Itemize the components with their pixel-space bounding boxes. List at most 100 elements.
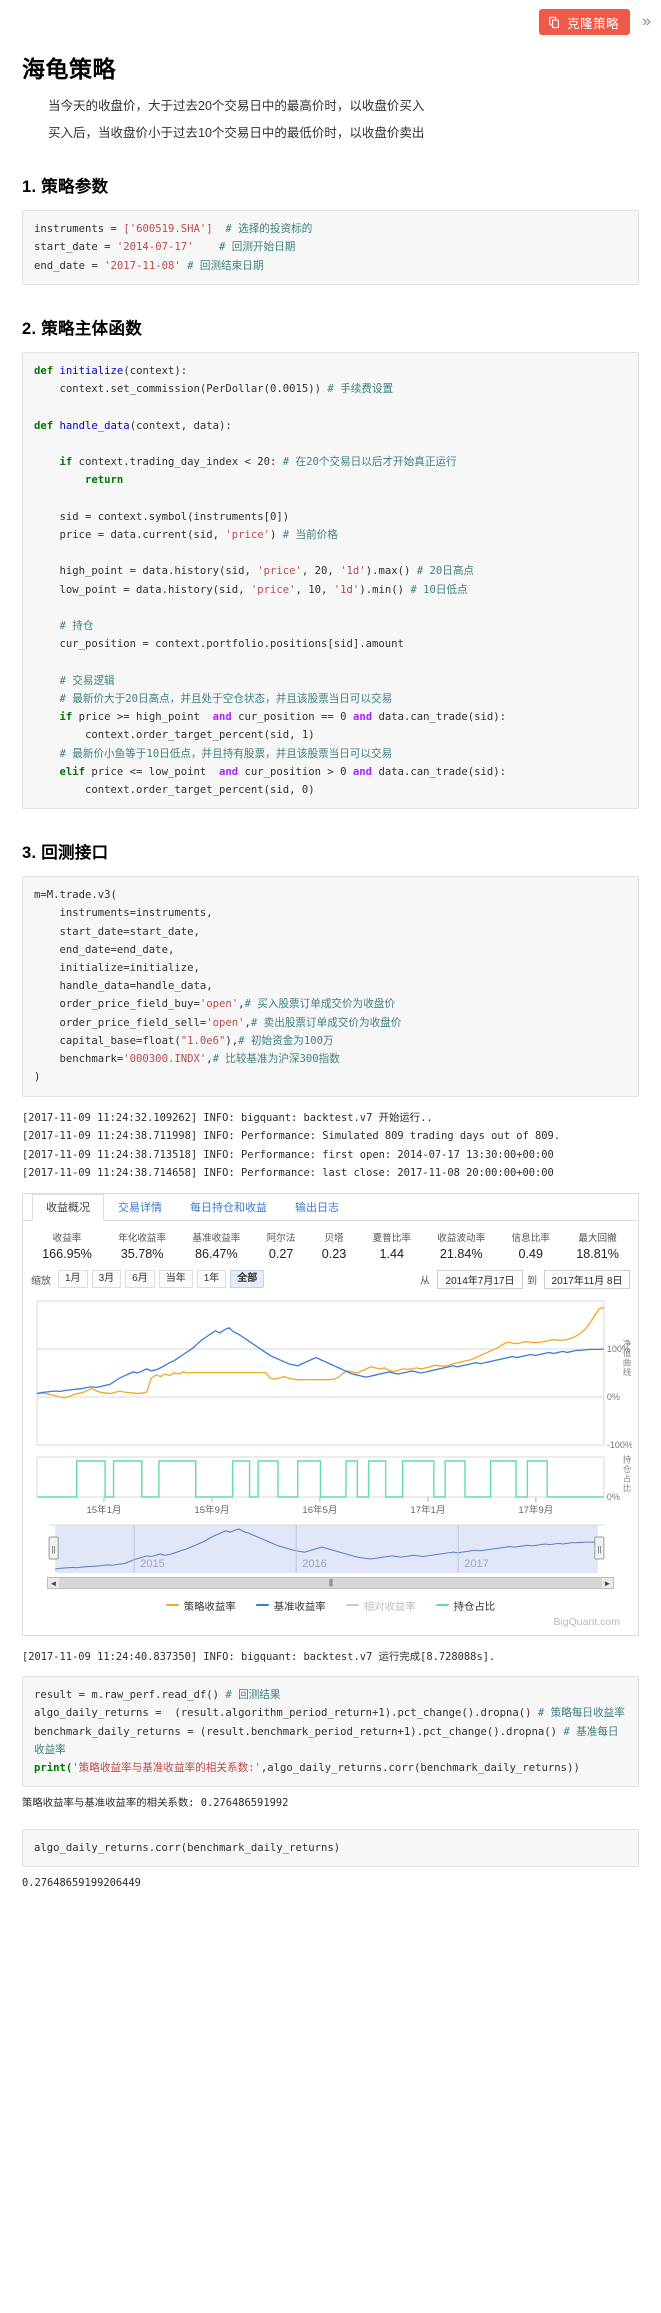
scroll-grip-icon[interactable]: ||| [329, 1578, 333, 1587]
code-comment: # 持仓 [59, 619, 94, 632]
range-navigator[interactable]: 2015 2016 2017 || || [29, 1523, 632, 1575]
metric-value: 0.27 [268, 1246, 294, 1261]
metric-annual-return: 年化收益率 35.78% [105, 1230, 179, 1261]
code-token: high_point = data.history(sid, [34, 565, 258, 578]
code-token: start_date=start_date, [34, 925, 200, 938]
code-comment: # 交易逻辑 [59, 674, 115, 687]
code-token: , 20, [301, 565, 341, 578]
svg-text:0%: 0% [607, 1492, 620, 1502]
metrics-row: 收益率 166.95% 年化收益率 35.78% 基准收益率 86.47% 阿尔… [23, 1221, 638, 1268]
code-token: cur_position == 0 [231, 711, 353, 724]
metric-information-ratio: 信息比率 0.49 [498, 1230, 563, 1261]
legend-item-position-ratio[interactable]: 持仓占比 [435, 1598, 495, 1613]
zoom-button-all[interactable]: 全部 [230, 1269, 265, 1289]
code-string: '1d' [333, 583, 360, 596]
code-token: (context): [123, 364, 188, 377]
code-keyword: if [59, 711, 73, 724]
chart-scrollbar[interactable]: ◄ ||| ► [47, 1576, 614, 1589]
zoom-button-1m[interactable]: 1月 [58, 1269, 88, 1289]
code-cell-correlation-2[interactable]: algo_daily_returns.corr(benchmark_daily_… [22, 1828, 639, 1868]
position-ratio-chart[interactable]: 0% 15年1月 15年9月 16年5月 17年1月 17年9月 持仓占比 [29, 1453, 632, 1515]
metric-benchmark-return: 基准收益率 86.47% [179, 1230, 253, 1261]
description-line-2: 买入后，当收盘价小于过去10个交易日中的最低价时，以收盘价卖出 [48, 125, 425, 140]
metric-label: 年化收益率 [118, 1232, 167, 1244]
code-token: order_price_field_sell= [34, 1016, 207, 1029]
code-comment: # 回测开始日期 [218, 241, 296, 254]
code-cell-api[interactable]: m=M.trade.v3( instruments=instruments, s… [22, 876, 639, 1097]
expand-chevron-icon[interactable]: » [642, 14, 651, 30]
scroll-left-icon[interactable]: ◄ [48, 1577, 59, 1588]
section-heading-api: 3. 回测接口 [22, 844, 109, 863]
svg-text:-100%: -100% [607, 1440, 632, 1450]
code-token: , 10, [295, 583, 334, 596]
metric-value: 18.81% [576, 1246, 619, 1261]
code-token: benchmark= [34, 1053, 124, 1066]
code-function: initialize [59, 364, 124, 377]
metric-max-drawdown: 最大回撤 18.81% [563, 1230, 632, 1261]
to-date-input[interactable]: 2017年11月 8日 [544, 1269, 630, 1289]
code-token: instruments [34, 223, 105, 236]
svg-text:16年5月: 16年5月 [302, 1504, 337, 1515]
code-cell-correlation[interactable]: result = m.raw_perf.read_df() # 回测结果 alg… [22, 1676, 639, 1788]
metric-label: 信息比率 [511, 1232, 550, 1244]
legend-swatch [165, 1603, 179, 1607]
zoom-button-3m[interactable]: 3月 [91, 1269, 122, 1289]
code-token: low_point = data.history(sid, [34, 583, 251, 596]
code-cell-params[interactable]: instruments = ['600519.SHA'] # 选择的投资标的 s… [22, 210, 639, 285]
zoom-button-6m[interactable]: 6月 [125, 1269, 155, 1289]
legend-item-benchmark-return[interactable]: 基准收益率 [255, 1598, 326, 1613]
code-token: context.trading_day_index < 20: [72, 456, 277, 468]
metric-volatility: 收益波动率 21.84% [424, 1230, 498, 1261]
code-token: context.order_target_percent(sid, 1) [34, 729, 315, 742]
code-token: data.can_trade(sid): [372, 765, 506, 778]
correlation-output: 策略收益率与基准收益率的相关系数: 0.276486591992 [22, 1797, 289, 1810]
legend-item-strategy-return[interactable]: 策略收益率 [165, 1598, 236, 1613]
metric-value: 0.49 [518, 1246, 543, 1261]
code-token: data.can_trade(sid): [372, 711, 507, 724]
code-comment: # 初始资金为100万 [238, 1034, 334, 1047]
zoom-button-1y[interactable]: 1年 [196, 1269, 227, 1289]
code-string: 'price' [257, 565, 302, 578]
zoom-range-bar: 缩放 1月 3月 6月 当年 1年 全部 从 2014年7月17日 到 2017… [23, 1268, 638, 1295]
code-token: '2014-07-17' [116, 241, 194, 254]
code-token: initialize=initialize, [34, 962, 200, 975]
code-token: result = m.raw_perf.read_df() [34, 1689, 226, 1702]
code-token: context.set_commission(PerDollar(0.0015)… [34, 383, 322, 396]
scroll-right-icon[interactable]: ► [601, 1577, 613, 1588]
brand-watermark: BigQuant.com [553, 1615, 620, 1628]
code-token: capital_base=float( [34, 1034, 181, 1047]
code-string: 'price' [250, 583, 296, 596]
code-keyword: def [34, 419, 54, 432]
code-token: price <= low_point [85, 765, 219, 778]
page-title: 海龟策略 [22, 56, 116, 82]
code-comment: # 当前价格 [282, 528, 338, 541]
code-keyword: and [352, 765, 373, 778]
section-heading-params: 1. 策略参数 [22, 178, 109, 197]
y-axis-label-main: 净值曲线 [622, 1338, 632, 1377]
metric-label: 收益波动率 [437, 1232, 486, 1244]
legend-item-relative-return[interactable]: 相对收益率 [345, 1598, 416, 1613]
code-comment: # 卖出股票订单成交价为收盘价 [250, 1016, 402, 1029]
equity-curve-chart[interactable]: 100% 0% -100% 净值曲线 [29, 1299, 632, 1451]
tab-output-log[interactable]: 输出日志 [281, 1194, 353, 1221]
tab-daily-position[interactable]: 每日持仓和收益 [176, 1194, 281, 1221]
code-token: end_date [34, 259, 86, 272]
code-token: algo_daily_returns = (result.algorithm_p… [34, 1707, 532, 1720]
svg-text:2015: 2015 [140, 1558, 165, 1570]
svg-text:0%: 0% [607, 1392, 620, 1402]
metric-value: 86.47% [195, 1246, 238, 1261]
svg-text:15年9月: 15年9月 [194, 1504, 229, 1515]
from-label: 从 [420, 1275, 430, 1287]
metric-value: 1.44 [379, 1246, 405, 1261]
svg-text:15年1月: 15年1月 [86, 1504, 121, 1515]
from-date-input[interactable]: 2014年7月17日 [437, 1269, 523, 1289]
legend-swatch [255, 1603, 269, 1607]
legend-label: 策略收益率 [183, 1601, 236, 1613]
clone-strategy-button[interactable]: 克隆策略 [539, 9, 631, 35]
svg-text:2017: 2017 [464, 1558, 489, 1570]
code-cell-body[interactable]: def initialize(context): context.set_com… [22, 351, 639, 810]
zoom-button-ytd[interactable]: 当年 [158, 1269, 193, 1289]
metric-alpha: 阿尔法 0.27 [254, 1230, 309, 1261]
tab-trade-detail[interactable]: 交易详情 [104, 1194, 176, 1221]
tab-return-overview[interactable]: 收益概况 [32, 1193, 104, 1221]
